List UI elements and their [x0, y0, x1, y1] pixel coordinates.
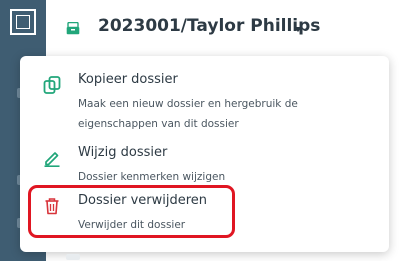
copy-icon	[43, 76, 61, 94]
menu-item-edit-dossier[interactable]: Wijzig dossier Dossier kenmerken wijzige…	[20, 145, 389, 195]
app-logo[interactable]	[10, 9, 36, 35]
archive-box-icon	[66, 22, 80, 35]
menu-item-description: Dossier kenmerken wijzigen	[78, 171, 226, 183]
background-content	[66, 254, 80, 260]
pencil-icon	[44, 152, 60, 167]
dossier-title[interactable]: 2023001/Taylor Phillips	[98, 16, 320, 36]
dossier-actions-menu: Kopieer dossier Maak een nieuw dossier e…	[20, 56, 389, 252]
trash-icon	[45, 198, 59, 215]
header: 2023001/Taylor Phillips	[46, 0, 400, 50]
menu-item-label: Dossier verwijderen	[78, 193, 208, 208]
menu-item-copy-dossier[interactable]: Kopieer dossier Maak een nieuw dossier e…	[20, 72, 389, 130]
menu-item-label: Wijzig dossier	[78, 145, 168, 160]
menu-item-delete-dossier[interactable]: Dossier verwijderen Verwijder dit dossie…	[20, 193, 389, 243]
menu-item-description: Maak een nieuw dossier en hergebruik de …	[78, 98, 298, 130]
menu-item-label: Kopieer dossier	[78, 72, 178, 87]
menu-item-description: Verwijder dit dossier	[78, 219, 186, 231]
chevron-down-icon[interactable]	[294, 27, 302, 32]
